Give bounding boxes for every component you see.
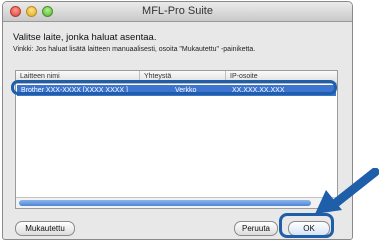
pointer-arrow-icon: [315, 168, 379, 214]
cancel-button[interactable]: Peruuta: [234, 221, 278, 236]
ok-button-highlight: [279, 213, 334, 238]
horizontal-scrollbar[interactable]: ◂ ▸: [16, 197, 337, 208]
installer-window: MFL-Pro Suite Valitse laite, jonka halua…: [2, 1, 353, 240]
custom-button[interactable]: Mukautettu: [15, 221, 75, 236]
hint-text: Vinkki: Jos haluat lisätä laitteen manua…: [13, 46, 256, 53]
scrollbar-thumb[interactable]: [19, 200, 311, 206]
instruction-heading: Valitse laite, jonka haluat asentaa.: [13, 32, 157, 43]
device-row-highlight: [11, 80, 337, 95]
title-bar: MFL-Pro Suite: [3, 2, 352, 22]
window-title: MFL-Pro Suite: [142, 5, 213, 17]
